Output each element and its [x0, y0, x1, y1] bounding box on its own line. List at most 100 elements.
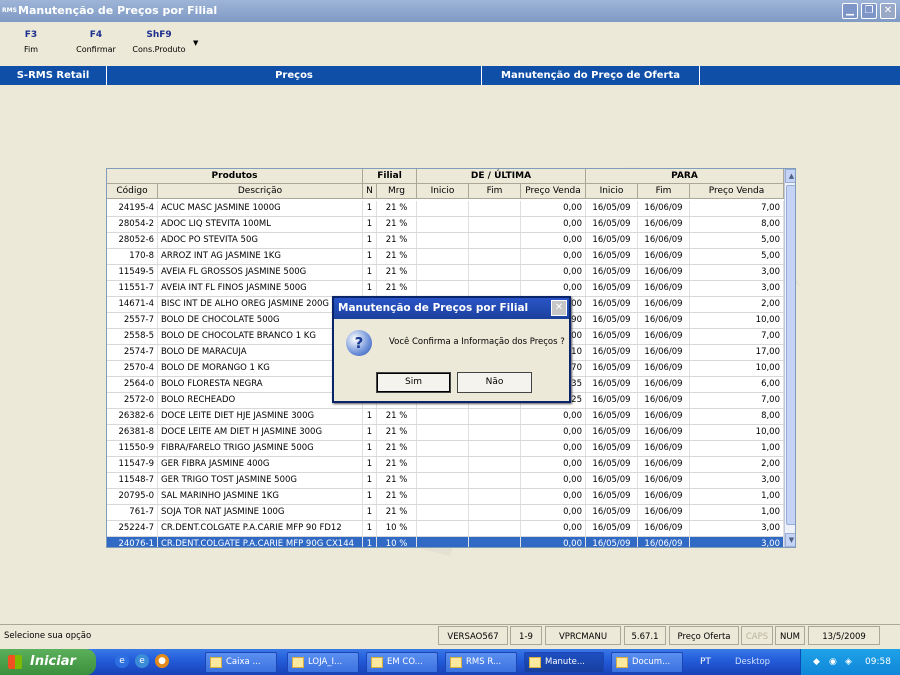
network-icon[interactable]: ◆	[813, 649, 820, 675]
cell-fim: 16/06/09	[638, 297, 690, 312]
outlook-icon[interactable]: e	[135, 654, 149, 668]
table-row[interactable]: 11550-9 FIBRA/FARELO TRIGO JASMINE 500G 1 2…	[107, 441, 784, 457]
col-n[interactable]: N	[363, 184, 377, 199]
col-para-inicio[interactable]: Inicio	[586, 184, 638, 199]
header-module: Preços	[107, 66, 482, 85]
cell-preco: 7,00	[690, 201, 784, 216]
table-row[interactable]: 11548-7 GER TRIGO TOST JASMINE 500G 1 21 % 0…	[107, 473, 784, 489]
table-row[interactable]: 24195-4 ACUC MASC JASMINE 1000G 1 21 % 0,00 1…	[107, 201, 784, 217]
cell-mrg: 21 %	[377, 505, 417, 520]
col-descricao[interactable]: Descrição	[158, 184, 363, 199]
table-row[interactable]: 11551-7 AVEIA INT FL FINOS JASMINE 500G 1 2…	[107, 281, 784, 297]
col-para-preco[interactable]: Preço Venda	[690, 184, 784, 199]
minimize-icon[interactable]: ▁	[842, 3, 858, 19]
scroll-down-icon[interactable]: ▼	[785, 533, 795, 547]
cell-fim: 16/06/09	[638, 313, 690, 328]
cell-preco: 8,00	[690, 217, 784, 232]
cell-de-inicio	[417, 265, 469, 280]
task-label: Caixa ...	[226, 657, 261, 667]
f4-confirmar-button[interactable]: F4 Confirmar	[74, 30, 118, 54]
task-loja[interactable]: LOJA_I...	[287, 652, 359, 673]
cell-inicio: 16/05/09	[586, 489, 638, 504]
word-icon	[616, 657, 628, 668]
clock: 09:58	[865, 657, 891, 667]
f4-key: F4	[89, 30, 103, 40]
language-indicator[interactable]: PT	[700, 649, 711, 675]
cell-de-preco: 0,00	[521, 233, 586, 248]
f4-label: Confirmar	[76, 45, 116, 54]
cell-fim: 16/06/09	[638, 345, 690, 360]
start-label: Iniciar	[30, 654, 76, 669]
scroll-up-icon[interactable]: ▲	[785, 169, 795, 183]
cell-fim: 16/06/09	[638, 409, 690, 424]
cell-inicio: 16/05/09	[586, 297, 638, 312]
cell-n: 1	[363, 265, 377, 280]
table-row[interactable]: 28054-2 ADOC LIQ STEVITA 100ML 1 21 % 0,00 16…	[107, 217, 784, 233]
task-docum[interactable]: Docum...	[611, 652, 683, 673]
cell-fim: 16/06/09	[638, 473, 690, 488]
shf9-cons-produto-button[interactable]: ShF9 Cons.Produto	[128, 30, 190, 54]
group-para: PARA	[586, 169, 784, 184]
cell-preco: 1,00	[690, 505, 784, 520]
group-de-ultima: DE / ÚLTIMA	[417, 169, 586, 184]
close-icon[interactable]: ✕	[880, 3, 896, 19]
chevron-down-icon[interactable]: ▼	[193, 39, 198, 47]
cell-mrg: 21 %	[377, 217, 417, 232]
task-label: EM CO...	[387, 657, 423, 667]
task-manute[interactable]: Manute...	[524, 652, 604, 673]
cell-de-inicio	[417, 457, 469, 472]
cell-descricao: AVEIA INT FL FINOS JASMINE 500G	[158, 281, 363, 296]
cell-descricao: GER FIBRA JASMINE 400G	[158, 457, 363, 472]
table-row[interactable]: 26382-6 DOCE LEITE DIET HJE JASMINE 300G 1…	[107, 409, 784, 425]
table-row[interactable]: 761-7 SOJA TOR NAT JASMINE 100G 1 21 % 0,00 1…	[107, 505, 784, 521]
cell-codigo: 25224-7	[107, 521, 158, 536]
vertical-scrollbar[interactable]: ▲ ▼	[784, 169, 795, 547]
col-mrg[interactable]: Mrg	[377, 184, 417, 199]
cell-codigo: 11548-7	[107, 473, 158, 488]
table-row[interactable]: 11549-5 AVEIA FL GROSSOS JASMINE 500G 1 21 …	[107, 265, 784, 281]
antivirus-icon[interactable]: ◈	[845, 649, 852, 675]
cell-de-preco: 0,00	[521, 505, 586, 520]
table-row[interactable]: 24076-1 CR.DENT.COLGATE P.A.CARIE MFP 90G…	[107, 537, 784, 547]
task-label: Manute...	[545, 657, 585, 667]
f3-fim-button[interactable]: F3 Fim	[20, 30, 42, 54]
col-codigo[interactable]: Código	[107, 184, 158, 199]
maximize-icon[interactable]: ❐	[861, 3, 877, 19]
table-row[interactable]: 28052-6 ADOC PO STEVITA 50G 1 21 % 0,00 16/05…	[107, 233, 784, 249]
task-label: Docum...	[632, 657, 671, 667]
cell-codigo: 14671-4	[107, 297, 158, 312]
start-button[interactable]: Iniciar	[0, 649, 96, 675]
task-caixa[interactable]: Caixa ...	[205, 652, 277, 673]
col-de-inicio[interactable]: Inicio	[417, 184, 469, 199]
cell-codigo: 28054-2	[107, 217, 158, 232]
table-row[interactable]: 11547-9 GER FIBRA JASMINE 400G 1 21 % 0,00 16…	[107, 457, 784, 473]
ie-icon[interactable]: e	[115, 654, 129, 668]
cell-fim: 16/06/09	[638, 329, 690, 344]
col-de-fim[interactable]: Fim	[469, 184, 521, 199]
nao-button[interactable]: Não	[457, 372, 532, 393]
table-row[interactable]: 26381-8 DOCE LEITE AM DIET H JASMINE 300G…	[107, 425, 784, 441]
cell-inicio: 16/05/09	[586, 473, 638, 488]
cell-mrg: 21 %	[377, 425, 417, 440]
rms-icon	[450, 657, 462, 668]
cell-descricao: SAL MARINHO JASMINE 1KG	[158, 489, 363, 504]
cell-fim: 16/06/09	[638, 489, 690, 504]
sim-button[interactable]: Sim	[376, 372, 451, 393]
task-rms-r[interactable]: RMS R...	[445, 652, 517, 673]
cell-preco: 5,00	[690, 233, 784, 248]
table-row[interactable]: 20795-0 SAL MARINHO JASMINE 1KG 1 21 % 0,00 1…	[107, 489, 784, 505]
task-em-co[interactable]: EM CO...	[366, 652, 438, 673]
media-icon[interactable]: ●	[155, 654, 169, 668]
col-de-preco[interactable]: Preço Venda	[521, 184, 586, 199]
table-row[interactable]: 25224-7 CR.DENT.COLGATE P.A.CARIE MFP 90 …	[107, 521, 784, 537]
dialog-close-icon[interactable]: ✕	[551, 300, 567, 316]
desktop-toolbar[interactable]: Desktop	[735, 649, 770, 675]
cell-mrg: 21 %	[377, 489, 417, 504]
volume-icon[interactable]: ◉	[829, 649, 837, 675]
cell-codigo: 11551-7	[107, 281, 158, 296]
table-row[interactable]: 170-8 ARROZ INT AG JASMINE 1KG 1 21 % 0,00 16…	[107, 249, 784, 265]
scroll-thumb[interactable]	[786, 185, 795, 525]
status-caps: CAPS	[741, 626, 773, 645]
col-para-fim[interactable]: Fim	[638, 184, 690, 199]
cell-descricao: CR.DENT.COLGATE P.A.CARIE MFP 90 FD12	[158, 521, 363, 536]
